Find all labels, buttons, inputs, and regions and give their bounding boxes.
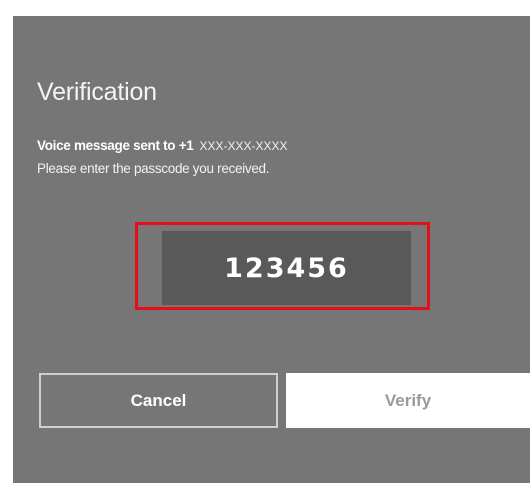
passcode-input[interactable]	[162, 231, 411, 305]
dialog-title: Verification	[37, 78, 157, 106]
verification-dialog: Verification Voice message sent to +1 XXX…	[13, 16, 530, 483]
verify-button[interactable]: Verify	[286, 373, 530, 428]
masked-phone-number: XXX-XXX-XXXX	[199, 139, 288, 153]
voice-message-text: Voice message sent to +1	[37, 138, 194, 153]
voice-message-line: Voice message sent to +1 XXX-XXX-XXXX	[37, 138, 288, 153]
cancel-button[interactable]: Cancel	[39, 373, 278, 428]
instruction-text: Please enter the passcode you received.	[37, 161, 270, 176]
